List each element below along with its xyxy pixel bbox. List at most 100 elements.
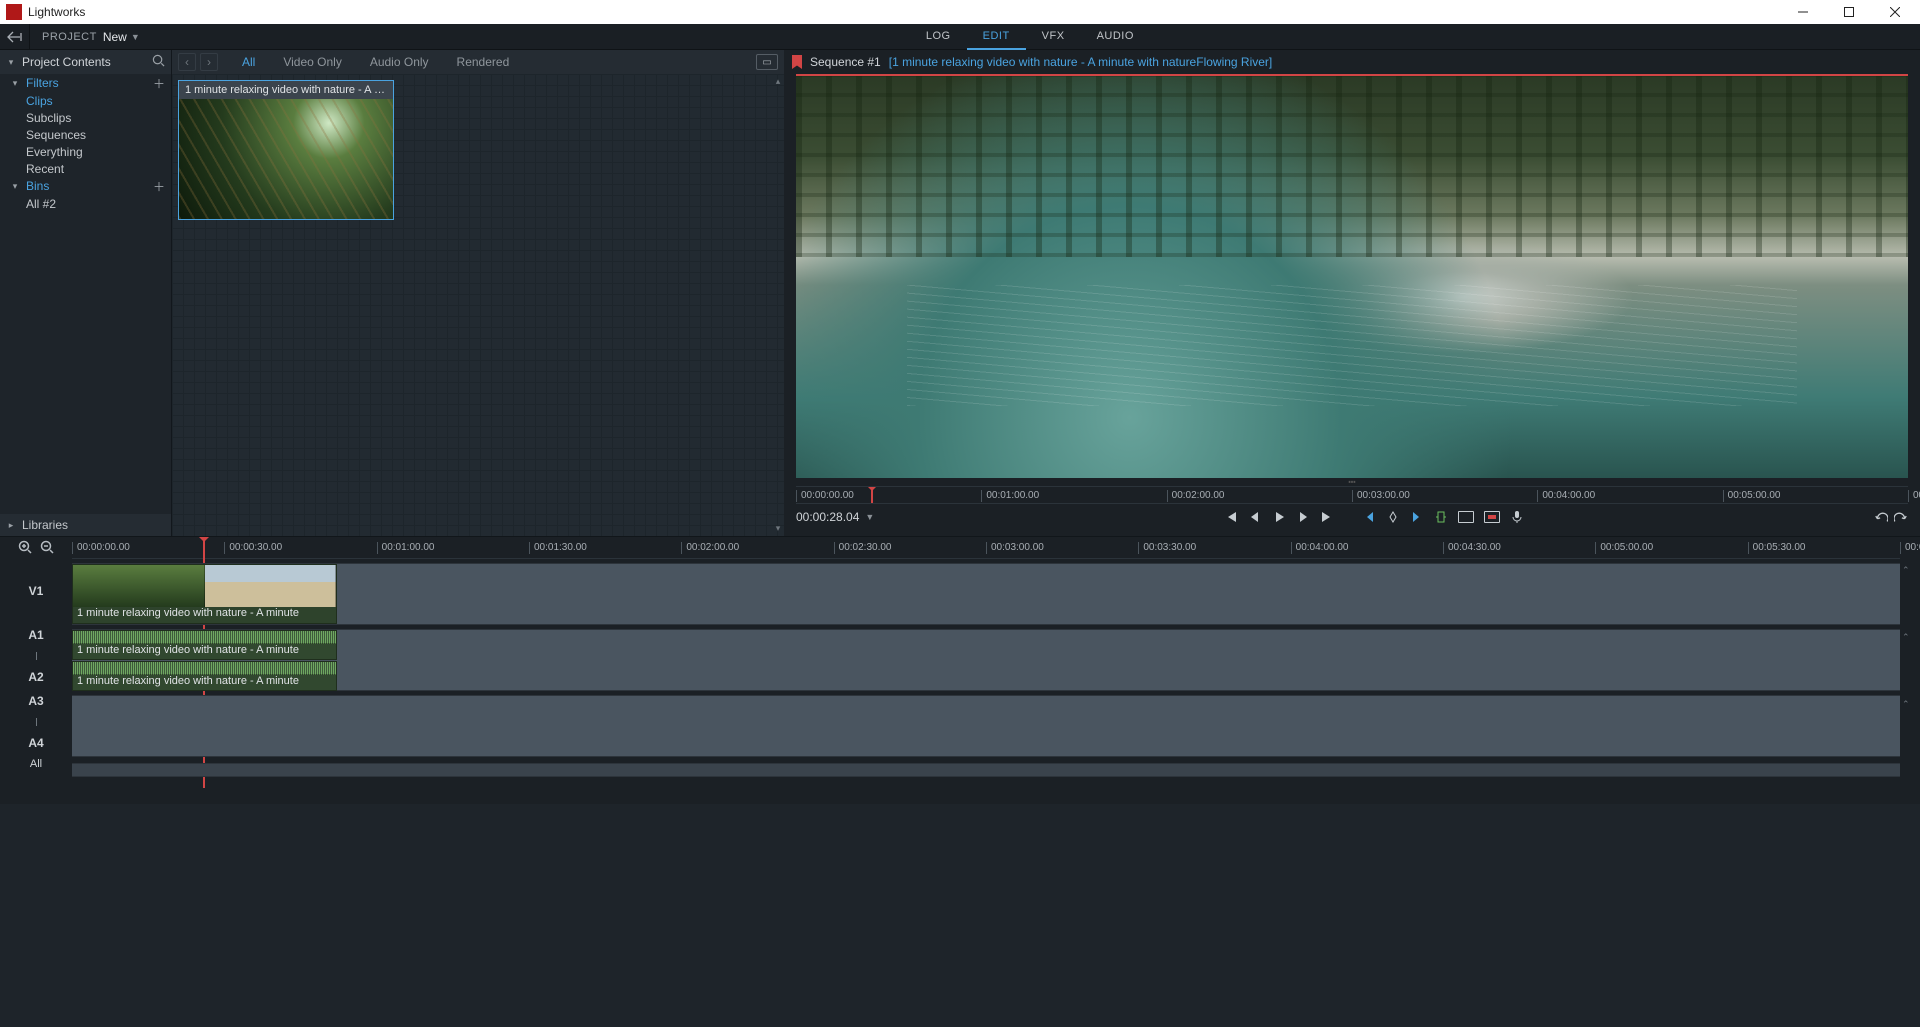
timeline-ruler-tick: 00:01:00.00: [377, 542, 435, 554]
bin-grid[interactable]: 1 minute relaxing video with nature - A …: [172, 74, 784, 536]
track-v1[interactable]: 1 minute relaxing video with nature - A …: [72, 563, 1900, 625]
delete-button[interactable]: [1458, 511, 1474, 523]
timeline-ruler-tick: 00:04:00.00: [1291, 542, 1349, 554]
project-name-dropdown[interactable]: New ▼: [103, 30, 140, 44]
main-tabs: LOG EDIT VFX AUDIO: [910, 24, 1150, 50]
filter-tab-audio-only[interactable]: Audio Only: [358, 50, 441, 74]
libraries-header[interactable]: ▸ Libraries: [0, 514, 171, 536]
window-close-button[interactable]: [1872, 0, 1918, 24]
filter-tab-all[interactable]: All: [230, 50, 267, 74]
clear-marks-button[interactable]: [1386, 510, 1400, 524]
timeline-ruler-tick: 00:02:30.00: [834, 542, 892, 554]
track-a3a4[interactable]: [72, 695, 1900, 757]
timeline-audio-clip-a1-label: 1 minute relaxing video with nature - A …: [73, 644, 336, 659]
record-voiceover-button[interactable]: [1510, 510, 1524, 524]
timeline-zoom-tools: [0, 537, 72, 559]
timeline-ruler[interactable]: 00:00:00.0000:00:30.0000:01:00.0000:01:3…: [72, 537, 1900, 559]
step-forward-button[interactable]: [1296, 510, 1310, 524]
filters-header[interactable]: ▾ Filters ＋: [0, 74, 171, 92]
goto-end-button[interactable]: [1320, 510, 1334, 524]
clip-tile[interactable]: 1 minute relaxing video with nature - A …: [178, 80, 394, 220]
sequence-name[interactable]: Sequence #1: [810, 55, 881, 69]
window-title: Lightworks: [28, 5, 85, 19]
clip-thumbnail: [179, 99, 393, 219]
timeline-tracks[interactable]: 1 minute relaxing video with nature - A …: [72, 559, 1900, 804]
tab-log[interactable]: LOG: [910, 24, 967, 50]
goto-start-button[interactable]: [1224, 510, 1238, 524]
timeline-ruler-tick: 00:02:00.00: [681, 542, 739, 554]
viewer-ruler-tick: 00:06:00: [1908, 490, 1920, 502]
undo-button[interactable]: [1874, 510, 1888, 524]
track-label-a1[interactable]: A1: [28, 628, 43, 642]
viewer-ruler[interactable]: 00:00:00.0000:01:00.0000:02:00.0000:03:0…: [796, 486, 1908, 504]
zoom-in-button[interactable]: [18, 540, 32, 557]
timeline-audio-clip-a2[interactable]: 1 minute relaxing video with nature - A …: [72, 661, 337, 691]
project-name-text: New: [103, 30, 127, 44]
sidebar-item-clips[interactable]: Clips: [0, 92, 171, 109]
zoom-out-button[interactable]: [40, 540, 54, 557]
timeline-ruler-tick: 00:00:00.00: [72, 542, 130, 554]
viewer-ruler-tick: 00:01:00.00: [981, 490, 1039, 502]
app-icon: [6, 4, 22, 20]
tab-audio[interactable]: AUDIO: [1081, 24, 1150, 50]
sidebar-item-subclips[interactable]: Subclips: [0, 109, 171, 126]
project-contents-header[interactable]: ▾ Project Contents: [0, 50, 171, 74]
remove-button[interactable]: [1434, 510, 1448, 524]
track-label-all[interactable]: All: [0, 755, 72, 773]
viewer-resize-handle[interactable]: ┅: [784, 478, 1920, 486]
step-back-button[interactable]: [1248, 510, 1262, 524]
timeline-ruler-tick: 00:05:00.00: [1595, 542, 1653, 554]
viewer-video-frame[interactable]: [796, 74, 1908, 478]
sequence-source: [1 minute relaxing video with nature - A…: [889, 55, 1273, 69]
sequence-viewer: Sequence #1 [1 minute relaxing video wit…: [784, 50, 1920, 536]
play-button[interactable]: [1272, 510, 1286, 524]
filter-tab-rendered[interactable]: Rendered: [445, 50, 522, 74]
exit-project-button[interactable]: [0, 24, 30, 49]
sidebar-item-sequences[interactable]: Sequences: [0, 126, 171, 143]
mark-in-button[interactable]: [1362, 510, 1376, 524]
track-label-v1[interactable]: V1: [0, 559, 72, 623]
mark-out-button[interactable]: [1410, 510, 1424, 524]
viewer-ruler-tick: 00:04:00.00: [1537, 490, 1595, 502]
track-a1a2[interactable]: 1 minute relaxing video with nature - A …: [72, 629, 1900, 691]
browser-back-button[interactable]: ‹: [178, 53, 196, 71]
delete-ripple-button[interactable]: [1484, 511, 1500, 523]
tab-vfx[interactable]: VFX: [1026, 24, 1081, 50]
timecode-display[interactable]: 00:00:28.04 ▼: [796, 510, 874, 524]
chevron-down-icon: ▾: [10, 181, 20, 192]
viewer-ruler-tick: 00:02:00.00: [1167, 490, 1225, 502]
viewer-controls: 00:00:28.04 ▼: [796, 504, 1908, 530]
filters-label: Filters: [26, 76, 59, 90]
timeline-ruler-tick: 00:06:00.00: [1900, 542, 1920, 554]
sidebar-item-everything[interactable]: Everything: [0, 143, 171, 160]
browser-forward-button[interactable]: ›: [200, 53, 218, 71]
sidebar-item-recent[interactable]: Recent: [0, 160, 171, 177]
timeline-video-clip[interactable]: 1 minute relaxing video with nature - A …: [72, 564, 337, 624]
timeline-audio-clip-a1[interactable]: 1 minute relaxing video with nature - A …: [72, 630, 337, 660]
window-minimize-button[interactable]: [1780, 0, 1826, 24]
track-all[interactable]: [72, 763, 1900, 777]
clip-tile-title: 1 minute relaxing video with nature - A …: [179, 81, 393, 99]
chevron-down-icon: ▼: [865, 512, 874, 522]
viewer-ruler-tick: 00:03:00.00: [1352, 490, 1410, 502]
bins-label: Bins: [26, 179, 49, 193]
tab-edit[interactable]: EDIT: [967, 24, 1026, 50]
libraries-label: Libraries: [22, 518, 68, 532]
add-filter-button[interactable]: ＋: [153, 75, 165, 92]
search-icon[interactable]: [152, 54, 165, 70]
redo-button[interactable]: [1894, 510, 1908, 524]
bins-header[interactable]: ▾ Bins ＋: [0, 177, 171, 195]
filter-tab-video-only[interactable]: Video Only: [271, 50, 353, 74]
track-label-a4[interactable]: A4: [28, 736, 43, 750]
track-label-a3[interactable]: A3: [28, 694, 43, 708]
project-contents-title: Project Contents: [22, 55, 146, 69]
track-labels: V1 A1 A2 A3 A4 All: [0, 559, 72, 804]
timeline-ruler-tick: 00:00:30.00: [224, 542, 282, 554]
sidebar-item-bin-all2[interactable]: All #2: [0, 195, 171, 212]
browser-toolbar: ‹ › All Video Only Audio Only Rendered ▭: [172, 50, 784, 74]
add-bin-button[interactable]: ＋: [153, 178, 165, 195]
track-label-a2[interactable]: A2: [28, 670, 43, 684]
view-mode-button[interactable]: ▭: [756, 54, 778, 70]
window-maximize-button[interactable]: [1826, 0, 1872, 24]
project-label: PROJECT: [42, 31, 97, 43]
